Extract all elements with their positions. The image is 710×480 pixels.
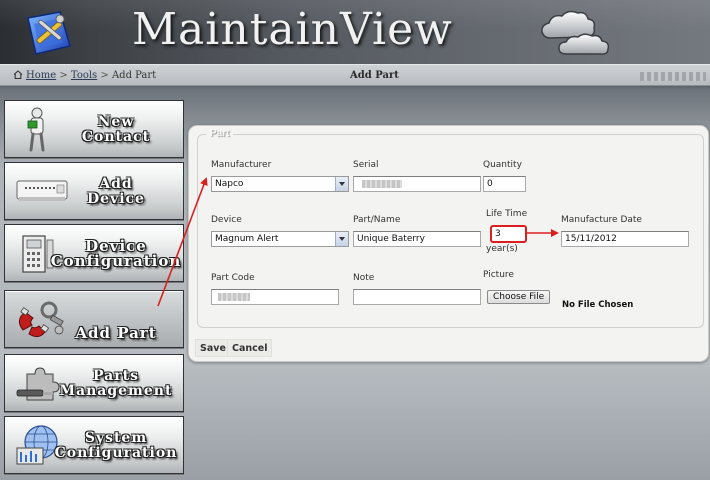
- manufacture-date-label: Manufacture Date: [561, 215, 642, 225]
- breadcrumb-bar: Home > Tools > Add Part Add Part: [0, 64, 710, 86]
- sidebar-item-label: New Contact: [81, 114, 151, 145]
- sidebar-item-label: Add Part: [75, 323, 157, 342]
- sidebar-nav: New Contact Add Device Device Configurat…: [0, 96, 188, 480]
- breadcrumb-current: Add Part: [111, 70, 157, 81]
- part-code-label: Part Code: [211, 273, 255, 283]
- part-fieldset: Part Manufacturer Napco Serial Quantity …: [197, 128, 704, 328]
- breadcrumb-separator: >: [100, 70, 109, 81]
- part-code-input[interactable]: [211, 289, 339, 305]
- part-code-value-redacted: [218, 293, 250, 301]
- app-header: MaintainView: [0, 0, 710, 64]
- serial-label: Serial: [353, 160, 379, 170]
- sidebar-item-label: Add Device: [87, 176, 145, 207]
- sidebar-item-label: Parts Management: [59, 368, 173, 399]
- sidebar-item-new-contact[interactable]: New Contact: [4, 100, 184, 158]
- breadcrumb: Home > Tools > Add Part: [13, 70, 156, 81]
- app-title: MaintainView: [132, 4, 453, 55]
- sidebar-item-system-configuration[interactable]: System Configuration: [4, 416, 184, 474]
- breadcrumb-home-link[interactable]: Home: [26, 70, 56, 81]
- add-part-panel: Part Manufacturer Napco Serial Quantity …: [188, 125, 709, 362]
- manufacturer-label: Manufacturer: [211, 160, 272, 170]
- user-info-redacted: [640, 72, 706, 81]
- device-select-value: Magnum Alert: [215, 234, 279, 244]
- save-button[interactable]: Save: [195, 339, 231, 357]
- life-time-label: Life Time: [486, 209, 528, 219]
- chevron-down-icon[interactable]: [335, 177, 348, 191]
- serial-value-redacted: [362, 180, 402, 188]
- page-heading: Add Part: [350, 70, 399, 81]
- app-window: MaintainView Home > Tools > Add Part Add…: [0, 0, 710, 480]
- sidebar-item-add-device[interactable]: Add Device: [4, 162, 184, 220]
- device-select[interactable]: Magnum Alert: [211, 231, 349, 247]
- sidebar-item-label: System Configuration: [54, 430, 178, 461]
- clouds-icon: [541, 10, 610, 55]
- part-name-label: Part/Name: [353, 215, 401, 225]
- part-name-input[interactable]: Unique Baterry: [353, 231, 481, 247]
- sidebar-item-label: Device Configuration: [50, 237, 182, 270]
- cancel-button[interactable]: Cancel: [227, 339, 273, 357]
- serial-input[interactable]: [353, 176, 481, 192]
- manufacturer-select-value: Napco: [215, 179, 244, 189]
- home-icon[interactable]: [13, 70, 23, 79]
- maintainview-logo-icon: [27, 11, 71, 55]
- life-time-input[interactable]: 3: [490, 225, 527, 243]
- note-label: Note: [353, 273, 375, 283]
- device-label: Device: [211, 215, 242, 225]
- breadcrumb-separator: >: [59, 70, 68, 81]
- manufacturer-select[interactable]: Napco: [211, 176, 349, 192]
- manufacture-date-input[interactable]: 15/11/2012: [561, 231, 689, 247]
- part-legend: Part: [206, 128, 234, 139]
- file-status-text: No File Chosen: [562, 300, 634, 310]
- note-input[interactable]: [353, 289, 481, 305]
- sidebar-item-add-part[interactable]: Add Part: [4, 290, 184, 348]
- picture-label: Picture: [483, 270, 514, 280]
- quantity-label: Quantity: [483, 160, 522, 170]
- choose-file-button[interactable]: Choose File: [487, 290, 551, 304]
- life-time-unit: year(s): [486, 244, 518, 254]
- quantity-input[interactable]: 0: [483, 176, 526, 192]
- sidebar-item-device-configuration[interactable]: Device Configuration: [4, 224, 184, 282]
- chevron-down-icon[interactable]: [335, 232, 348, 246]
- sidebar-item-parts-management[interactable]: Parts Management: [4, 354, 184, 412]
- breadcrumb-tools-link[interactable]: Tools: [71, 70, 97, 81]
